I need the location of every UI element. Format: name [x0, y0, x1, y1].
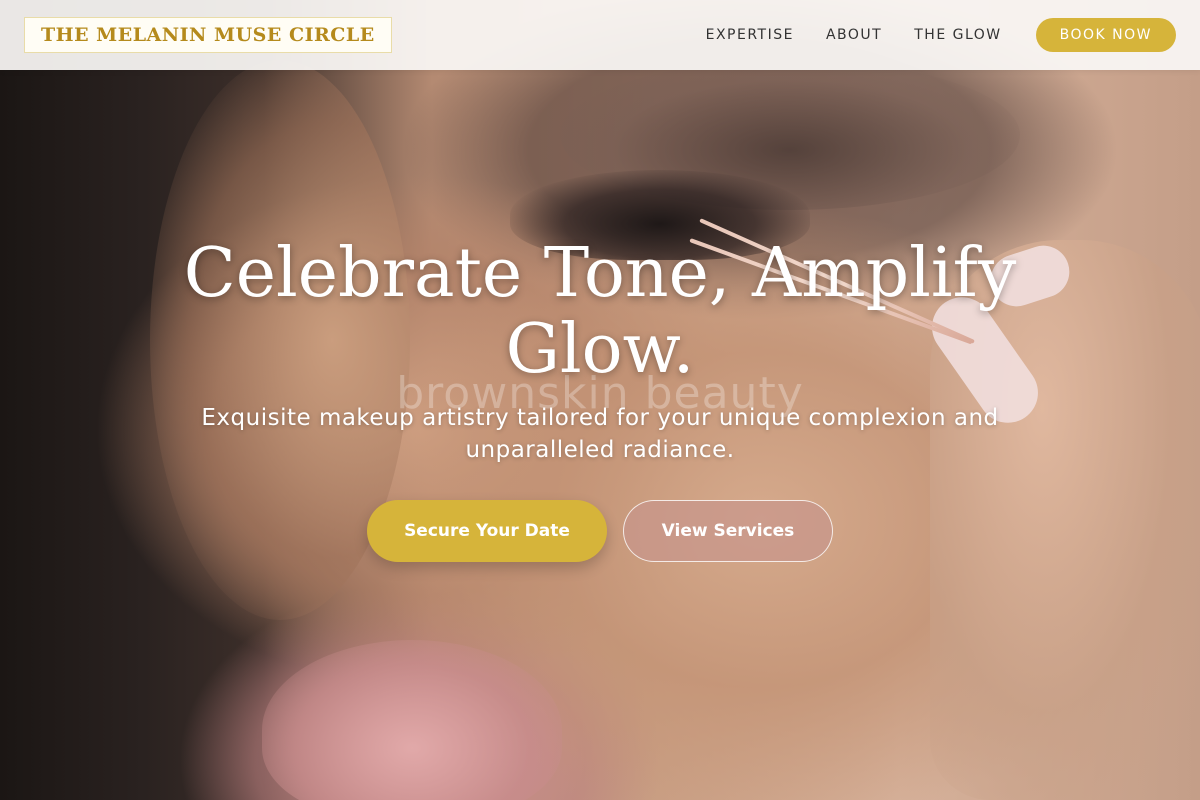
site-header: THE MELANIN MUSE CIRCLE EXPERTISE ABOUT …	[0, 0, 1200, 70]
hero-headline: Celebrate Tone, Amplify Glow.	[183, 234, 1017, 389]
landing-page: THE MELANIN MUSE CIRCLE EXPERTISE ABOUT …	[0, 0, 1200, 800]
book-now-button[interactable]: BOOK NOW	[1035, 18, 1176, 52]
secure-date-button[interactable]: Secure Your Date	[367, 500, 607, 562]
nav-link-about[interactable]: ABOUT	[826, 27, 882, 43]
hero-cta-row: Secure Your Date View Services	[0, 500, 1200, 562]
hero-section: Celebrate Tone, Amplify Glow. Exquisite …	[0, 236, 1200, 562]
view-services-button[interactable]: View Services	[623, 500, 833, 562]
main-nav: EXPERTISE ABOUT THE GLOW BOOK NOW	[706, 18, 1176, 52]
nav-link-expertise[interactable]: EXPERTISE	[706, 27, 794, 43]
nav-link-the-glow[interactable]: THE GLOW	[914, 27, 1001, 43]
brand-logo[interactable]: THE MELANIN MUSE CIRCLE	[24, 17, 392, 53]
hero-subtext: Exquisite makeup artistry tailored for y…	[201, 405, 999, 463]
